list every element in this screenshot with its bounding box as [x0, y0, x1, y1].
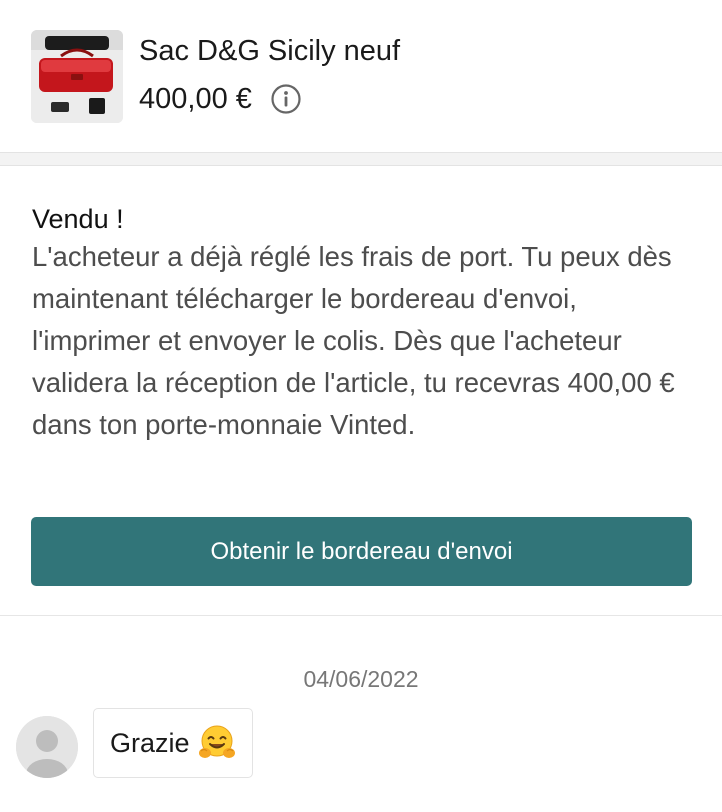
- hugging-face-emoji-icon: [198, 724, 236, 762]
- sold-notice-card: Vendu ! L'acheteur a déjà réglé les frai…: [0, 166, 722, 616]
- message-date: 04/06/2022: [303, 666, 419, 692]
- sold-title: Vendu !: [32, 204, 124, 234]
- red-handbag-photo-icon: [31, 30, 123, 123]
- item-price: 400,00 €: [139, 83, 252, 115]
- section-divider: [0, 152, 722, 166]
- item-price-row: 400,00 €: [139, 80, 302, 118]
- item-header[interactable]: Sac D&G Sicily neuf 400,00 €: [0, 0, 722, 152]
- item-title[interactable]: Sac D&G Sicily neuf: [139, 33, 400, 69]
- message-text: Grazie: [110, 728, 190, 758]
- get-shipping-label-button[interactable]: Obtenir le bordereau d'envoi: [31, 517, 692, 586]
- message-bubble[interactable]: Grazie: [93, 708, 253, 778]
- avatar[interactable]: [16, 716, 78, 778]
- default-user-avatar-icon: [16, 716, 78, 778]
- info-icon[interactable]: [270, 83, 302, 115]
- item-thumbnail[interactable]: [31, 30, 123, 123]
- conversation-screen: Sac D&G Sicily neuf 400,00 € Vendu ! L'a…: [0, 0, 722, 812]
- sold-description: L'acheteur a déjà réglé les frais de por…: [32, 241, 675, 440]
